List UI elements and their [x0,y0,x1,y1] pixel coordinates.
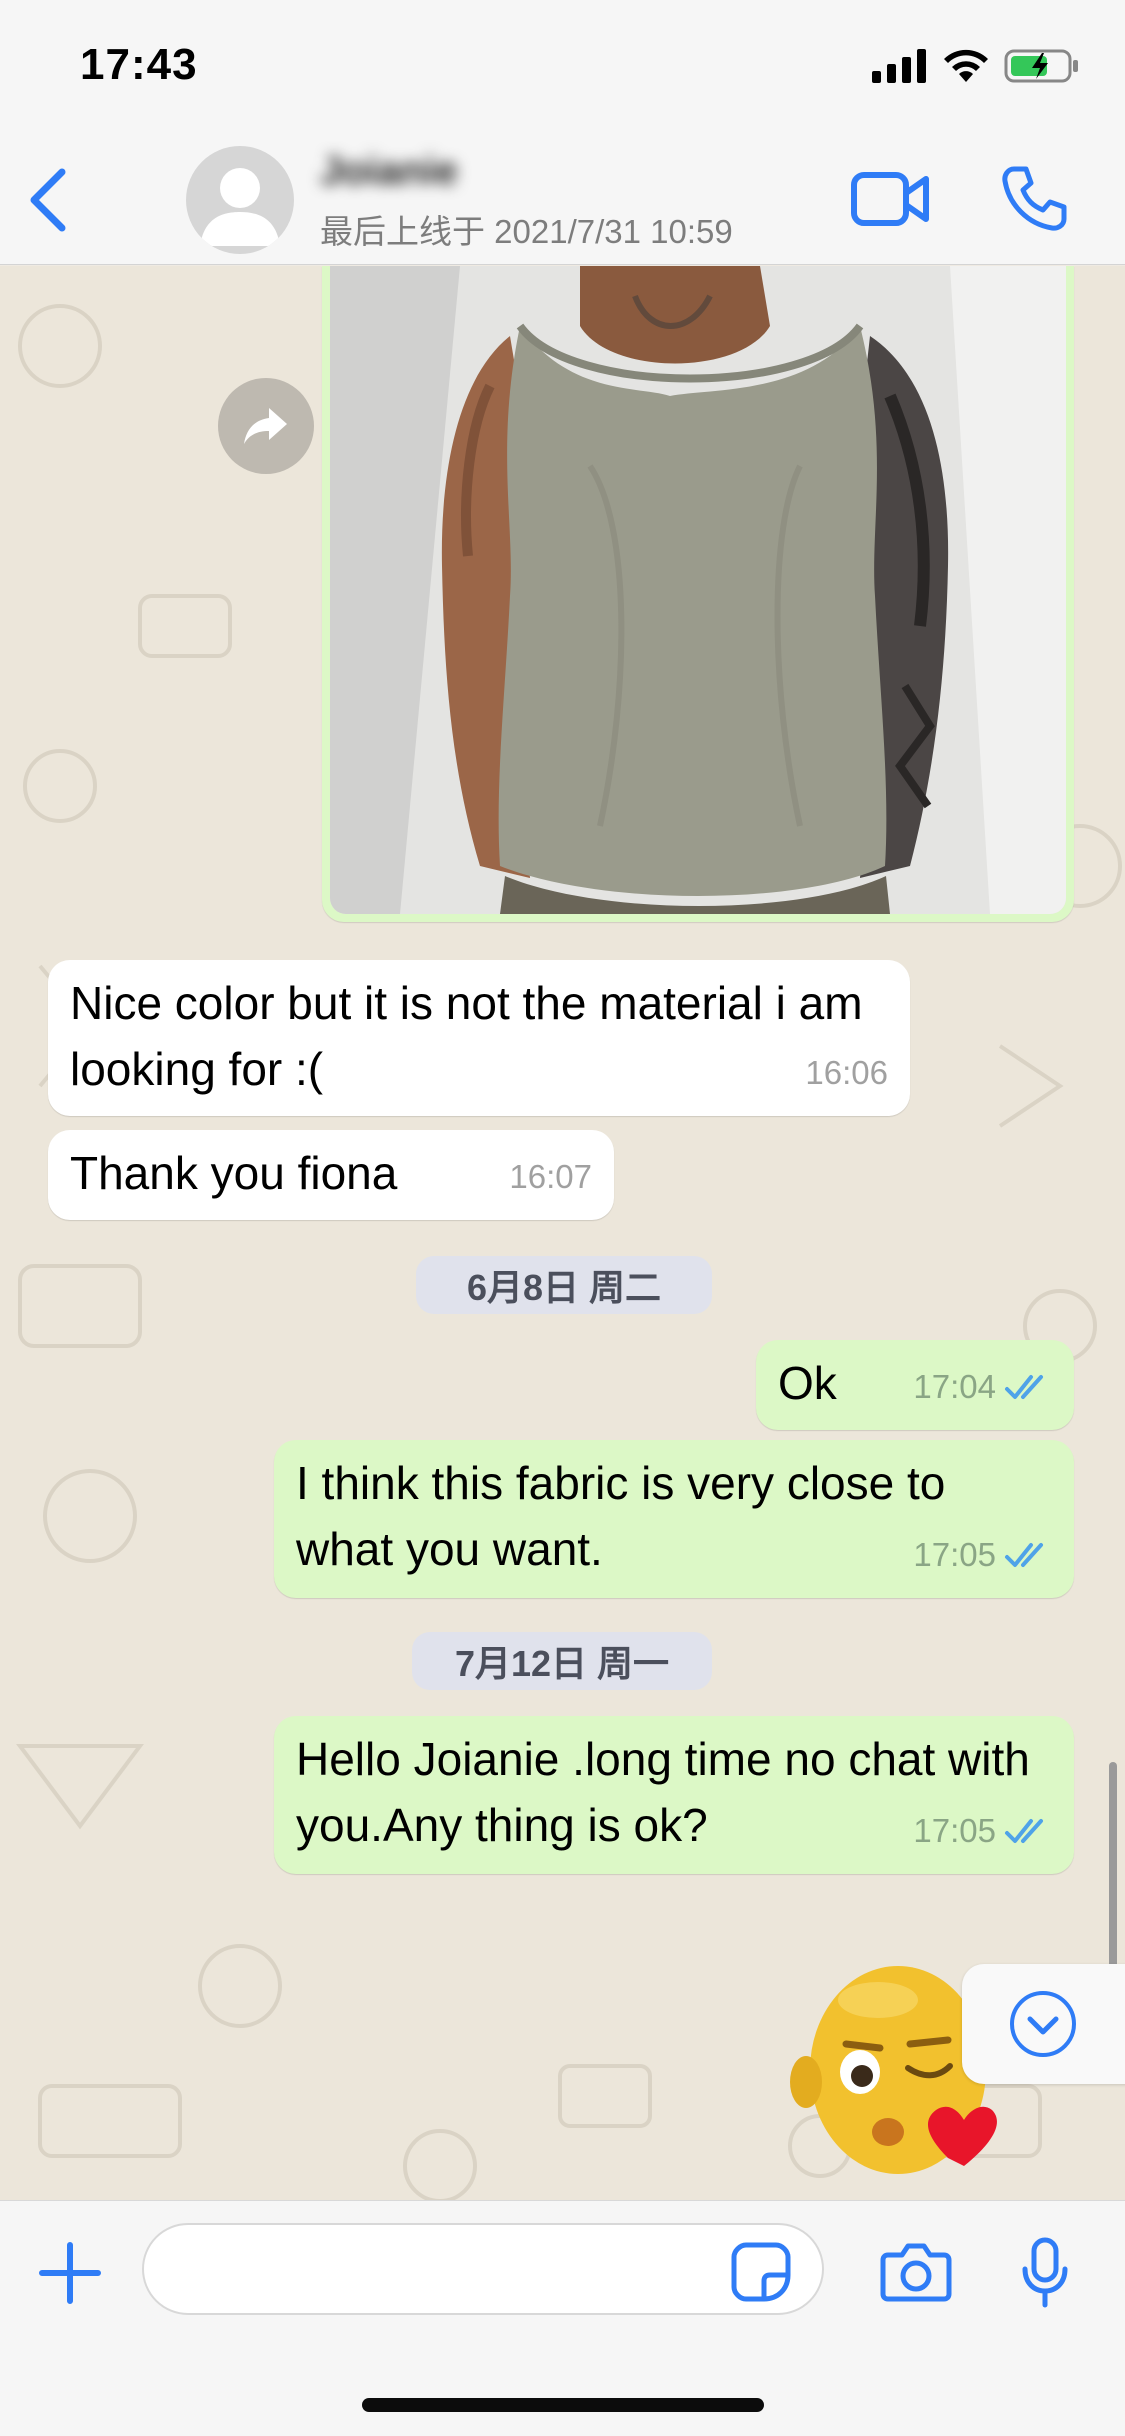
status-icons [872,48,1080,84]
image-message-photo[interactable] [330,266,1066,914]
wifi-icon [944,49,988,82]
message-time: 17:05 [913,1812,996,1849]
chevron-left-icon [30,168,66,232]
status-time: 17:43 [80,40,198,89]
message-incoming[interactable]: Thank you fiona 16:07 [48,1130,614,1220]
message-time: 16:07 [509,1158,592,1195]
chat-header: Joianie 最后上线于 2021/7/31 10:59 [0,135,1125,265]
person-icon [200,168,280,246]
message-meta: 17:05 [913,1522,1052,1588]
back-button[interactable] [18,160,78,240]
message-text: Nice color but it is not the material i … [70,977,863,1095]
scroll-to-bottom-button[interactable] [962,1964,1125,2084]
sticker-button[interactable] [730,2241,792,2303]
message-time: 17:04 [913,1368,996,1405]
date-separator: 6月8日 周二 [416,1256,712,1314]
video-camera-icon [851,172,929,226]
read-receipt-icon [1005,1375,1043,1399]
phone-icon [1002,166,1067,231]
camera-icon [880,2243,952,2302]
signal-icon [872,49,926,83]
tank-top-photo [330,266,1066,914]
message-outgoing[interactable]: Hello Joianie .long time no chat with yo… [274,1716,1074,1874]
microphone-button[interactable] [1020,2237,1070,2309]
message-text: Ok [778,1357,837,1409]
voice-call-button[interactable] [1000,163,1070,233]
message-incoming[interactable]: Nice color but it is not the material i … [48,960,910,1116]
attach-button[interactable] [38,2241,102,2305]
date-separator: 7月12日 周一 [412,1632,712,1690]
message-outgoing[interactable]: Ok 17:04 [756,1340,1074,1430]
last-seen-status: 最后上线于 2021/7/31 10:59 [320,213,733,250]
message-outgoing[interactable]: I think this fabric is very close to wha… [274,1440,1074,1598]
read-receipt-icon [1005,1819,1043,1843]
chat-area[interactable]: Nice color but it is not the material i … [0,266,1125,2200]
plus-icon [39,2242,101,2304]
message-time: 16:06 [805,1054,888,1091]
contact-name[interactable]: Joianie [320,149,458,194]
battery-charging-icon [1004,49,1078,83]
sticker-icon [731,2242,791,2302]
image-message[interactable] [322,266,1074,922]
message-time: 17:05 [913,1536,996,1573]
message-meta: 17:05 [913,1798,1052,1864]
video-call-button[interactable] [850,169,932,229]
camera-button[interactable] [880,2241,952,2303]
microphone-icon [1022,2237,1068,2308]
avatar[interactable] [186,146,294,254]
chevron-down-circle-icon [1010,1991,1076,2057]
home-indicator[interactable] [362,2398,764,2412]
forward-arrow-icon [244,408,287,444]
message-meta: 17:04 [913,1354,1052,1420]
status-bar: 17:43 [0,0,1125,135]
message-composer [0,2200,1125,2436]
scrollbar[interactable] [1109,1762,1117,1972]
message-input[interactable] [142,2223,824,2315]
message-text: Thank you fiona [70,1147,398,1199]
read-receipt-icon [1005,1543,1043,1567]
forward-button[interactable] [218,378,314,474]
message-text: I think this fabric is very close to wha… [296,1457,946,1575]
